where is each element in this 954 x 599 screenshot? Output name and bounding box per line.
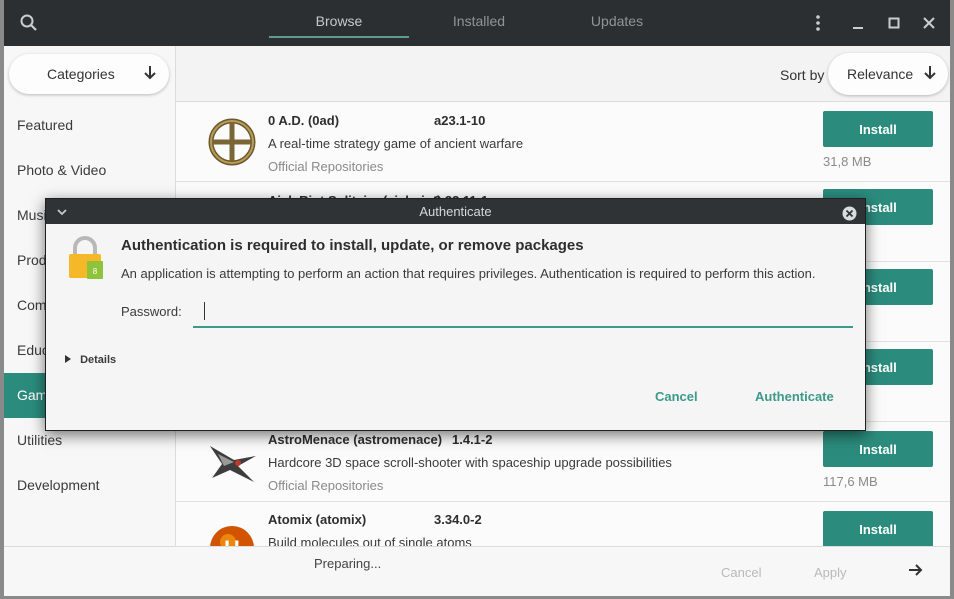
install-button[interactable]: Install bbox=[823, 431, 933, 467]
install-button[interactable]: Install bbox=[823, 111, 933, 147]
password-field[interactable] bbox=[193, 296, 853, 328]
cancel-button[interactable]: Cancel bbox=[655, 389, 698, 404]
menu-kebab-icon[interactable] bbox=[807, 12, 829, 34]
app-size: 117,6 MB bbox=[823, 474, 878, 489]
cancel-button[interactable]: Cancel bbox=[721, 565, 761, 580]
authenticate-button[interactable]: Authenticate bbox=[755, 389, 834, 404]
tab-installed[interactable]: Installed bbox=[409, 0, 549, 46]
action-bar: Preparing... Cancel Apply bbox=[4, 546, 950, 596]
status-text: Preparing... bbox=[314, 556, 382, 571]
sort-dropdown[interactable]: Relevance bbox=[828, 53, 948, 95]
password-label: Password: bbox=[121, 304, 182, 319]
apply-button[interactable]: Apply bbox=[814, 565, 847, 580]
close-icon[interactable] bbox=[918, 12, 940, 34]
search-icon[interactable] bbox=[18, 12, 40, 34]
app-name: Atomix (atomix) bbox=[268, 512, 367, 527]
app-repository: Official Repositories bbox=[268, 159, 384, 174]
list-item[interactable]: AstroMenace (astromenace) 1.4.1-2 Hardco… bbox=[176, 422, 950, 502]
lock-icon: 8 bbox=[65, 235, 107, 286]
spaceship-icon bbox=[204, 434, 260, 490]
install-button[interactable]: Install bbox=[823, 511, 933, 547]
0ad-icon bbox=[204, 114, 260, 170]
sort-value: Relevance bbox=[847, 66, 914, 82]
sort-by-label: Sort by bbox=[780, 67, 825, 83]
dialog-heading: Authentication is required to install, u… bbox=[121, 237, 584, 254]
app-description: A real-time strategy game of ancient war… bbox=[268, 136, 524, 151]
details-expander[interactable]: Details bbox=[65, 354, 116, 366]
minimize-icon[interactable] bbox=[847, 12, 869, 34]
arrow-right-icon[interactable] bbox=[908, 563, 924, 582]
app-size: 31,8 MB bbox=[823, 154, 872, 169]
dialog-message: An application is attempting to perform … bbox=[121, 266, 816, 281]
arrow-down-icon bbox=[923, 65, 937, 84]
app-name: AstroMenace (astromenace) bbox=[268, 432, 443, 447]
authenticate-dialog: Authenticate 8 Authentication is require… bbox=[45, 198, 866, 431]
list-header: Sort by Relevance bbox=[176, 46, 950, 102]
header-bar: Browse Installed Updates bbox=[4, 0, 950, 46]
text-cursor bbox=[204, 302, 205, 320]
app-repository: Official Repositories bbox=[268, 478, 384, 493]
sidebar-item-development[interactable]: Development bbox=[4, 463, 175, 508]
app-description: Hardcore 3D space scroll-shooter with sp… bbox=[268, 455, 672, 470]
sidebar-item-featured[interactable]: Featured bbox=[4, 103, 175, 148]
arrow-down-icon bbox=[143, 65, 157, 84]
sidebar-item-photo-video[interactable]: Photo & Video bbox=[4, 148, 175, 193]
dialog-body: 8 Authentication is required to install,… bbox=[49, 224, 862, 429]
tab-browse[interactable]: Browse bbox=[269, 0, 409, 46]
svg-text:8: 8 bbox=[93, 267, 98, 276]
maximize-icon[interactable] bbox=[883, 12, 905, 34]
app-name: 0 A.D. (0ad) bbox=[268, 113, 340, 128]
tab-updates[interactable]: Updates bbox=[547, 0, 687, 46]
categories-dropdown[interactable]: Categories bbox=[9, 54, 169, 94]
dialog-titlebar: Authenticate bbox=[46, 199, 865, 224]
app-version: 3.34.0-2 bbox=[434, 512, 482, 527]
triangle-right-icon bbox=[65, 354, 74, 366]
app-version: 1.4.1-2 bbox=[452, 432, 493, 447]
categories-label: Categories bbox=[47, 66, 115, 82]
tab-active-indicator bbox=[269, 36, 409, 38]
app-version: a23.1-10 bbox=[434, 113, 486, 128]
list-item[interactable]: 0 A.D. (0ad) a23.1-10 A real-time strate… bbox=[176, 102, 950, 182]
chevron-down-icon[interactable] bbox=[56, 201, 68, 226]
details-label: Details bbox=[80, 354, 117, 366]
dialog-title: Authenticate bbox=[419, 204, 492, 219]
